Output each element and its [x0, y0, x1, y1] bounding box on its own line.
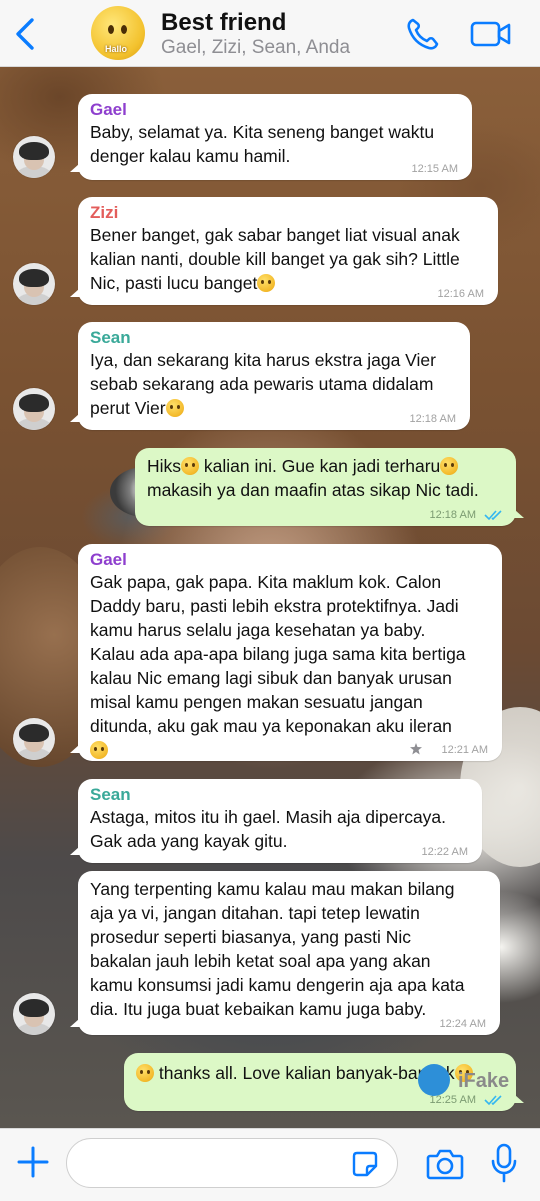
star-icon	[410, 743, 422, 755]
message-bubble-outgoing[interactable]: Hiks kalian ini. Gue kan jadi terharu ma…	[135, 448, 516, 526]
message-text: kalian ini. Gue kan jadi terharu	[199, 456, 441, 476]
message-bubble[interactable]: Sean Iya, dan sekarang kita harus ekstra…	[78, 322, 470, 430]
message-time: 12:21 AM	[441, 744, 488, 756]
chat-title[interactable]: Best friend	[161, 9, 286, 37]
message-text: Hiks	[147, 456, 182, 476]
message-text: thanks all. Love kalian banyak-banyak	[154, 1063, 455, 1083]
chat-header: Hallo Best friend Gael, Zizi, Sean, Anda	[0, 0, 540, 67]
avatar-gael[interactable]	[13, 136, 55, 178]
avatar-eye-left	[108, 25, 114, 34]
microphone-icon[interactable]	[489, 1143, 519, 1183]
avatar-caption: Hallo	[105, 44, 128, 54]
plus-icon[interactable]	[16, 1145, 50, 1179]
message-time: 12:15 AM	[411, 163, 458, 175]
pleading-face-emoji-icon	[181, 457, 200, 475]
message-sender: Zizi	[90, 203, 119, 222]
avatar-sean[interactable]	[13, 388, 55, 430]
message-text: Yang terpenting kamu kalau mau makan bil…	[90, 879, 465, 1019]
phone-call-icon[interactable]	[405, 16, 441, 52]
message-time: 12:18 AM	[409, 413, 456, 425]
message-text: Iya, dan sekarang kita harus ekstra jaga…	[90, 350, 436, 418]
avatar-eye-right	[121, 25, 127, 34]
watermark-text: iFake	[458, 1070, 510, 1092]
message-text: Astaga, mitos itu ih gael. Masih aja dip…	[90, 807, 447, 851]
pleading-face-emoji-icon	[136, 1064, 154, 1082]
ifake-watermark: iFake	[414, 1060, 518, 1102]
ifake-logo-icon	[418, 1064, 450, 1096]
woozy-face-emoji-icon	[90, 741, 108, 759]
message-sender: Sean	[90, 328, 131, 347]
message-time: 12:18 AM	[429, 509, 476, 521]
message-time: 12:16 AM	[437, 288, 484, 300]
message-sender: Gael	[90, 550, 127, 569]
read-ticks-icon	[484, 510, 502, 521]
message-bubble[interactable]: Zizi Bener banget, gak sabar banget liat…	[78, 197, 498, 305]
message-bubble[interactable]: Gael Baby, selamat ya. Kita seneng bange…	[78, 94, 472, 180]
avatar-zizi[interactable]	[13, 263, 55, 305]
message-bubble[interactable]: Sean Astaga, mitos itu ih gael. Masih aj…	[78, 779, 482, 863]
message-text: Gak papa, gak papa. Kita maklum kok. Cal…	[90, 572, 466, 736]
sticker-icon[interactable]	[351, 1150, 379, 1178]
message-bubble[interactable]: Yang terpenting kamu kalau mau makan bil…	[78, 871, 500, 1035]
message-time: 12:24 AM	[439, 1018, 486, 1030]
input-bar	[0, 1128, 540, 1201]
back-chevron-icon[interactable]	[12, 17, 38, 51]
shushing-face-emoji-icon	[257, 274, 276, 292]
message-time: 12:22 AM	[421, 846, 468, 858]
video-call-icon[interactable]	[470, 18, 512, 50]
pleading-face-emoji-icon	[165, 399, 184, 417]
message-input[interactable]	[66, 1138, 398, 1188]
message-sender: Gael	[90, 100, 127, 119]
camera-icon[interactable]	[426, 1147, 464, 1181]
message-sender: Sean	[90, 785, 131, 804]
chat-members[interactable]: Gael, Zizi, Sean, Anda	[161, 37, 350, 59]
message-text: Baby, selamat ya. Kita seneng banget wak…	[90, 122, 435, 166]
group-avatar[interactable]: Hallo	[91, 6, 145, 60]
message-bubble[interactable]: Gael Gak papa, gak papa. Kita maklum kok…	[78, 544, 502, 761]
message-text: makasih ya dan maafin atas sikap Nic tad…	[147, 480, 479, 500]
avatar-sean[interactable]	[13, 993, 55, 1035]
pleading-face-emoji-icon	[440, 457, 459, 475]
avatar-gael[interactable]	[13, 718, 55, 760]
